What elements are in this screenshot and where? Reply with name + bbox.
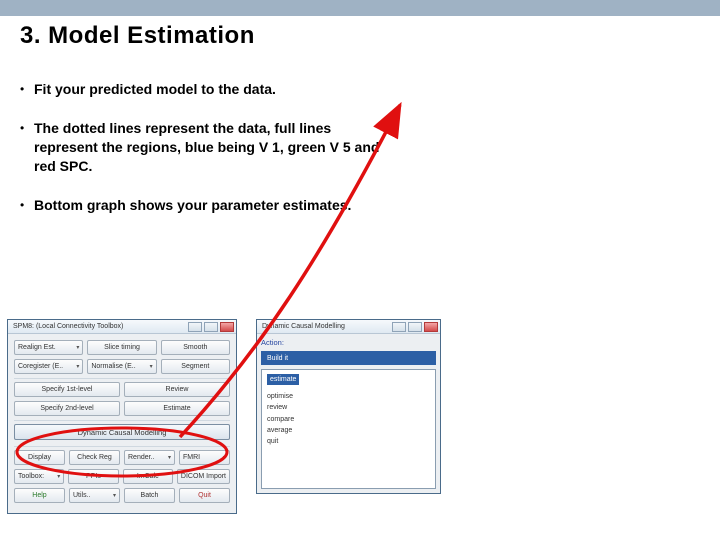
specify-2nd-level-button[interactable]: Specify 2nd-level — [14, 401, 120, 416]
chevron-down-icon: ▾ — [113, 492, 116, 499]
dcm-body: Action: Build it estimate optimise revie… — [257, 334, 440, 493]
separator — [14, 446, 230, 447]
screenshots-row: SPM8: (Local Connectivity Toolbox) Reali… — [0, 319, 720, 540]
list-item[interactable]: average — [267, 425, 430, 436]
list-item[interactable]: optimise — [267, 391, 430, 402]
help-button[interactable]: Help — [14, 488, 65, 503]
chevron-down-icon: ▾ — [150, 363, 153, 370]
bullet-marker: • — [20, 119, 34, 136]
imcalc-button[interactable]: ImCalc — [123, 469, 173, 484]
bullet-text: Bottom graph shows your parameter estima… — [34, 196, 351, 215]
close-icon[interactable] — [424, 322, 438, 332]
batch-button[interactable]: Batch — [124, 488, 175, 503]
chevron-down-icon: ▾ — [76, 344, 79, 351]
list-item[interactable]: review — [267, 402, 430, 413]
coregister-dropdown[interactable]: Coregister (E..▾ — [14, 359, 83, 374]
chevron-down-icon: ▾ — [57, 473, 60, 480]
action-list[interactable]: estimate optimise review compare average… — [261, 369, 436, 489]
dicom-import-button[interactable]: DICOM Import — [177, 469, 230, 484]
toolbox-dropdown[interactable]: Toolbox:▾ — [14, 469, 64, 484]
window-title: SPM8: (Local Connectivity Toolbox) — [10, 323, 123, 330]
chevron-down-icon: ▾ — [76, 363, 79, 370]
action-selected[interactable]: Build it — [261, 351, 436, 365]
ppis-button[interactable]: PPIs — [68, 469, 118, 484]
specify-1st-level-button[interactable]: Specify 1st-level — [14, 382, 120, 397]
realign-dropdown[interactable]: Realign Est.▾ — [14, 340, 83, 355]
window-controls — [188, 322, 234, 332]
bullet-item: • Bottom graph shows your parameter esti… — [20, 196, 390, 215]
bullet-item: • Fit your predicted model to the data. — [20, 80, 390, 99]
chevron-down-icon: ▾ — [168, 454, 171, 461]
normalise-dropdown[interactable]: Normalise (E..▾ — [87, 359, 156, 374]
window-titlebar: Dynamic Causal Modelling — [257, 320, 440, 334]
bullet-text: The dotted lines represent the data, ful… — [34, 119, 390, 176]
list-item-estimate[interactable]: estimate — [267, 374, 299, 385]
title-container: 3. Model Estimation — [0, 16, 720, 56]
window-titlebar: SPM8: (Local Connectivity Toolbox) — [8, 320, 236, 334]
list-item[interactable]: compare — [267, 414, 430, 425]
chevron-down-icon: ▾ — [223, 454, 226, 461]
utils-dropdown[interactable]: Utils..▾ — [69, 488, 120, 503]
smooth-button[interactable]: Smooth — [161, 340, 230, 355]
separator — [14, 378, 230, 379]
separator — [14, 420, 230, 421]
quit-button[interactable]: Quit — [179, 488, 230, 503]
list-item[interactable]: quit — [267, 436, 430, 447]
slice-timing-button[interactable]: Slice timing — [87, 340, 156, 355]
bullet-marker: • — [20, 196, 34, 213]
segment-button[interactable]: Segment — [161, 359, 230, 374]
minimize-icon[interactable] — [188, 322, 202, 332]
fmri-dropdown[interactable]: FMRI▾ — [179, 450, 230, 465]
estimate-button[interactable]: Estimate — [124, 401, 230, 416]
display-button[interactable]: Display — [14, 450, 65, 465]
dcm-button[interactable]: Dynamic Causal Modelling — [14, 424, 230, 440]
maximize-icon[interactable] — [408, 322, 422, 332]
review-button[interactable]: Review — [124, 382, 230, 397]
spm-body: Realign Est.▾ Slice timing Smooth Coregi… — [8, 334, 236, 513]
bullet-list: • Fit your predicted model to the data. … — [20, 80, 390, 234]
minimize-icon[interactable] — [392, 322, 406, 332]
spm-window: SPM8: (Local Connectivity Toolbox) Reali… — [7, 319, 237, 514]
maximize-icon[interactable] — [204, 322, 218, 332]
close-icon[interactable] — [220, 322, 234, 332]
render-dropdown[interactable]: Render..▾ — [124, 450, 175, 465]
slide-title: 3. Model Estimation — [20, 22, 700, 50]
window-title: Dynamic Causal Modelling — [259, 323, 345, 330]
window-controls — [392, 322, 438, 332]
bullet-text: Fit your predicted model to the data. — [34, 80, 276, 99]
action-label: Action: — [261, 338, 436, 347]
dcm-window: Dynamic Causal Modelling Action: Build i… — [256, 319, 441, 494]
bullet-item: • The dotted lines represent the data, f… — [20, 119, 390, 176]
check-reg-button[interactable]: Check Reg — [69, 450, 120, 465]
bullet-marker: • — [20, 80, 34, 97]
